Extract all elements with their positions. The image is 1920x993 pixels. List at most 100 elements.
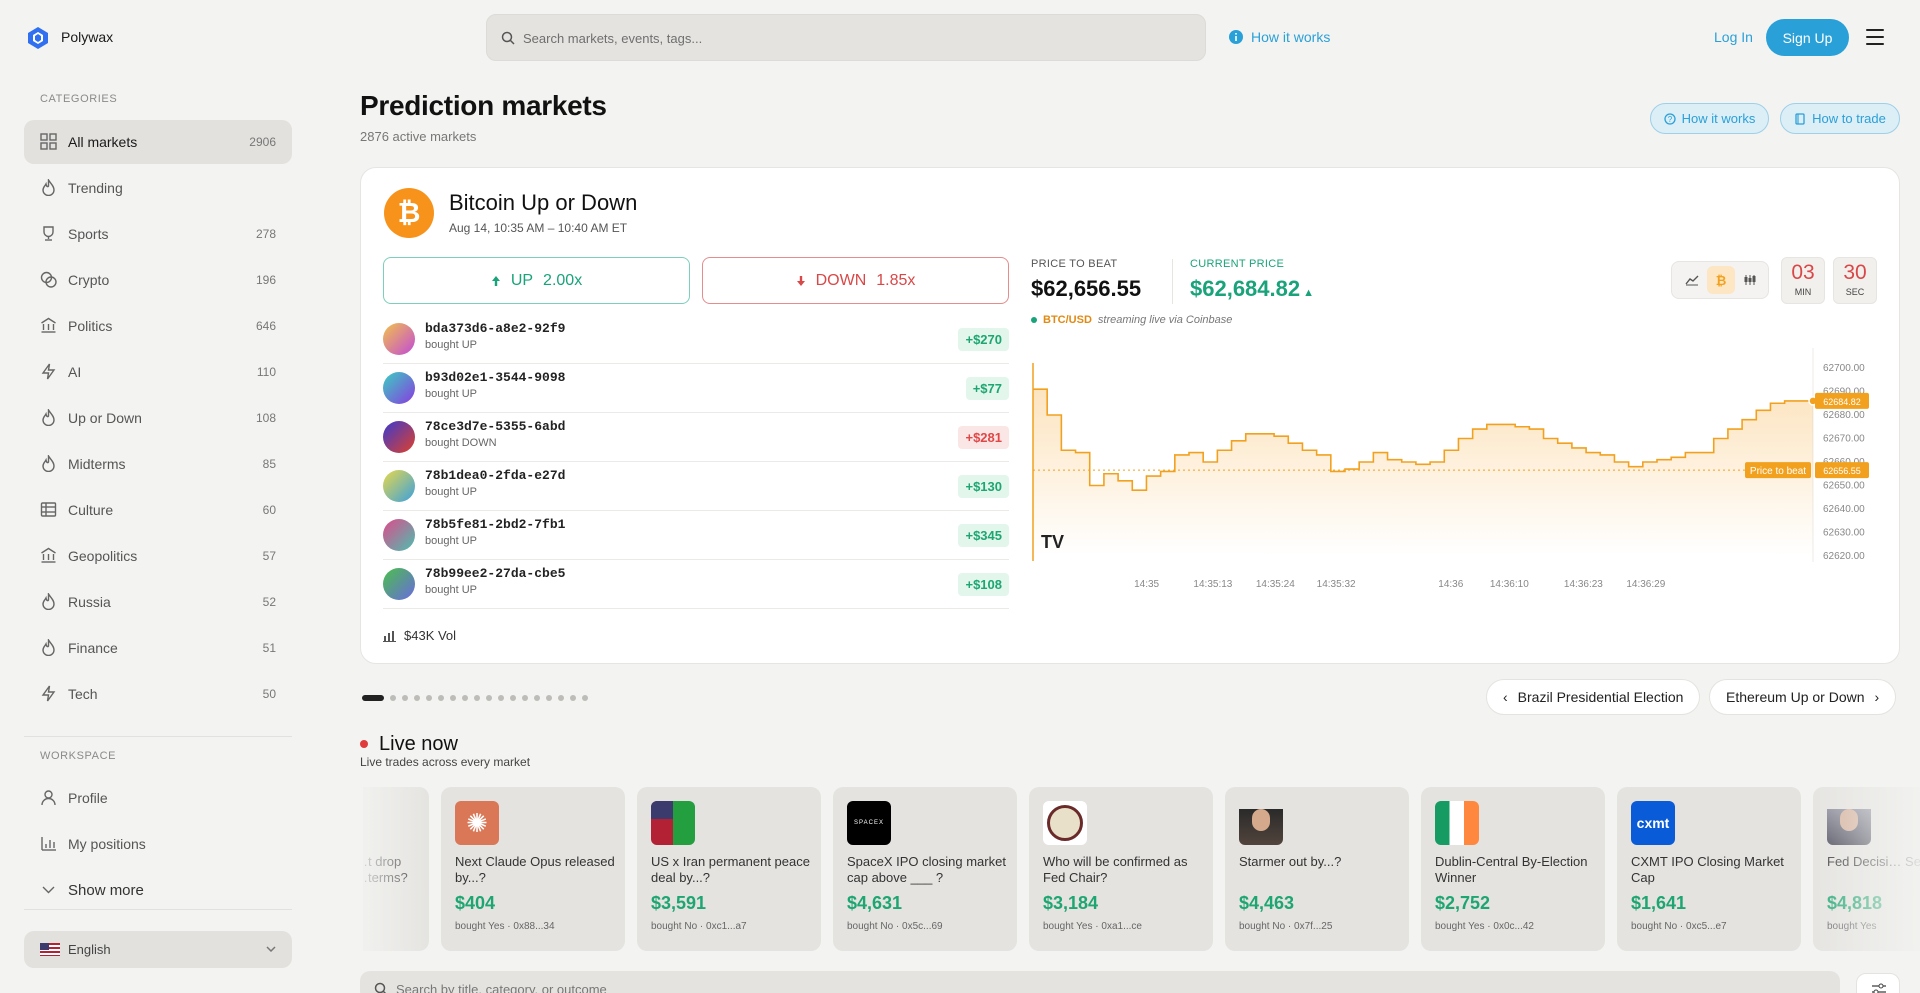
- sidebar-item-all-markets[interactable]: All markets 2906: [24, 120, 292, 164]
- market-title[interactable]: Bitcoin Up or Down: [449, 190, 637, 216]
- strip-fade-right: [1800, 787, 1920, 951]
- categories-heading: CATEGORIES: [40, 93, 118, 105]
- timer-min-label: MIN: [1794, 287, 1812, 297]
- sidebar-item-finance[interactable]: Finance 51: [24, 626, 292, 670]
- sidebar-item-label: All markets: [68, 134, 138, 150]
- landmark-icon: [41, 317, 56, 333]
- search-bar[interactable]: Search markets, events, tags...: [486, 14, 1206, 61]
- trade-row[interactable]: 78b99ee2-27da-cbe5 bought UP +$108: [383, 560, 1009, 609]
- trader-avatar: [383, 421, 415, 453]
- sidebar-item-count: 60: [262, 503, 276, 517]
- sidebar-item-trending[interactable]: Trending: [24, 166, 292, 210]
- sidebar-item-profile[interactable]: Profile: [24, 776, 292, 820]
- trader-address: 78b5fe81-2bd2-7fb1: [425, 517, 566, 532]
- carousel-dot[interactable]: [414, 695, 420, 701]
- price-divider: [1172, 259, 1173, 304]
- market-filter-search[interactable]: Search by title, category, or outcome: [360, 971, 1840, 993]
- sidebar-item-ai[interactable]: AI 110: [24, 350, 292, 394]
- sidebar-item-sports[interactable]: Sports 278: [24, 212, 292, 256]
- carousel-dot[interactable]: [522, 695, 528, 701]
- trade-row[interactable]: 78b1dea0-2fda-e27d bought UP +$130: [383, 462, 1009, 511]
- sidebar-item-culture[interactable]: Culture 60: [24, 488, 292, 532]
- market-filter-placeholder[interactable]: Search by title, category, or outcome: [396, 982, 607, 993]
- live-card-trade-info: bought Yes · 0x0c...42: [1435, 921, 1534, 932]
- carousel-dot[interactable]: [402, 695, 408, 701]
- sidebar-item-count: 57: [262, 549, 276, 563]
- sidebar-item-my-positions[interactable]: My positions: [24, 822, 292, 866]
- language-select[interactable]: English: [24, 931, 292, 968]
- arrow-up-icon: [491, 275, 500, 286]
- trade-row[interactable]: b93d02e1-3544-9098 bought UP +$77: [383, 364, 1009, 413]
- sidebar-item-tech[interactable]: Tech 50: [24, 672, 292, 716]
- sidebar-item-up-or-down[interactable]: Up or Down 108: [24, 396, 292, 440]
- tradingview-logo-icon: TV: [1041, 532, 1064, 552]
- carousel-dot[interactable]: [546, 695, 552, 701]
- live-card-amount: $1,641: [1631, 893, 1687, 913]
- live-trade-card[interactable]: cxmt CXMT IPO Closing Market Cap $1,641 bou…: [1617, 787, 1801, 951]
- brand-name[interactable]: Polywax: [61, 29, 113, 45]
- live-trade-card[interactable]: SPACEX SpaceX IPO closing market cap abov…: [833, 787, 1017, 951]
- sidebar-item-midterms[interactable]: Midterms 85: [24, 442, 292, 486]
- sidebar-item-crypto[interactable]: Crypto 196: [24, 258, 292, 302]
- line-chart-mode-button[interactable]: [1678, 266, 1706, 294]
- featured-market-card[interactable]: ₿ Bitcoin Up or Down Aug 14, 10:35 AM – …: [360, 167, 1900, 664]
- carousel-dot[interactable]: [510, 695, 516, 701]
- signup-button[interactable]: Sign Up: [1766, 19, 1849, 56]
- trade-action: bought UP: [425, 339, 477, 351]
- spacex-logo-icon: SPACEX: [847, 801, 891, 845]
- filter-button[interactable]: [1856, 973, 1900, 993]
- carousel-dot[interactable]: [570, 695, 576, 701]
- carousel-dot[interactable]: [486, 695, 492, 701]
- next-market-button[interactable]: Ethereum Up or Down ›: [1709, 679, 1897, 715]
- trade-row[interactable]: bda373d6-a8e2-92f9 bought UP +$270: [383, 315, 1009, 364]
- live-trade-card[interactable]: Starmer out by...? $4,463 bought No · 0x7f…: [1225, 787, 1409, 951]
- live-trade-card[interactable]: Dublin-Central By-Election Winner $2,752 b…: [1421, 787, 1605, 951]
- carousel-dot[interactable]: [558, 695, 564, 701]
- chart-mode-toggle[interactable]: ₿: [1671, 261, 1769, 299]
- carousel-dot[interactable]: [362, 695, 384, 701]
- how-to-trade-label: How to trade: [1812, 111, 1886, 126]
- carousel-dot[interactable]: [390, 695, 396, 701]
- top-bar: Polywax Search markets, events, tags... …: [0, 0, 1920, 74]
- carousel-dot[interactable]: [498, 695, 504, 701]
- bet-up-button[interactable]: UP 2.00x: [383, 257, 690, 304]
- how-to-trade-button[interactable]: How to trade: [1780, 103, 1900, 134]
- carousel-dot[interactable]: [462, 695, 468, 701]
- trade-row[interactable]: 78ce3d7e-5355-6abd bought DOWN +$281: [383, 413, 1009, 462]
- how-it-works-button[interactable]: ? How it works: [1650, 103, 1769, 134]
- sidebar-item-label: Geopolitics: [68, 548, 138, 564]
- previous-market-button[interactable]: ‹ Brazil Presidential Election: [1486, 679, 1701, 715]
- carousel-dot[interactable]: [450, 695, 456, 701]
- search-placeholder[interactable]: Search markets, events, tags...: [523, 31, 702, 46]
- hamburger-menu-icon[interactable]: [1866, 29, 1884, 45]
- price-feed-info: BTC/USD streaming live via Coinbase: [1031, 314, 1232, 326]
- carousel-dot[interactable]: [426, 695, 432, 701]
- live-trade-card[interactable]: US x Iran permanent peace deal by...? $3,…: [637, 787, 821, 951]
- live-trade-card[interactable]: ✺ Next Claude Opus released by...? $404 bou…: [441, 787, 625, 951]
- login-link[interactable]: Log In: [1714, 29, 1753, 45]
- bitcoin-mode-button[interactable]: ₿: [1707, 266, 1735, 294]
- bet-down-button[interactable]: DOWN 1.85x: [702, 257, 1009, 304]
- x-tick-label: 14:36: [1438, 579, 1463, 590]
- trade-row[interactable]: 78b5fe81-2bd2-7fb1 bought UP +$345: [383, 511, 1009, 560]
- price-chart[interactable]: 62700.0062690.0062680.0062670.0062660.00…: [1031, 346, 1879, 608]
- y-tick-label: 62680.00: [1823, 410, 1865, 421]
- carousel-dot[interactable]: [582, 695, 588, 701]
- candlestick-mode-button[interactable]: [1736, 266, 1764, 294]
- sidebar-item-geopolitics[interactable]: Geopolitics 57: [24, 534, 292, 578]
- live-card-amount: $4,631: [847, 893, 903, 913]
- sidebar-item-count: 196: [255, 273, 276, 287]
- carousel-dot[interactable]: [534, 695, 540, 701]
- sidebar-item-russia[interactable]: Russia 52: [24, 580, 292, 624]
- live-trade-card[interactable]: Who will be confirmed as Fed Chair? $3,18…: [1029, 787, 1213, 951]
- carousel-dots[interactable]: [362, 695, 588, 701]
- bitcoin-icon: ₿: [384, 188, 434, 238]
- sidebar-item-show-more[interactable]: Show more: [24, 868, 292, 912]
- carousel-dot[interactable]: [438, 695, 444, 701]
- carousel-dot[interactable]: [474, 695, 480, 701]
- y-tick-label: 62670.00: [1823, 434, 1865, 445]
- how-it-works-link[interactable]: How it works: [1229, 29, 1330, 45]
- sidebar: CATEGORIES All markets 2906 Trending Sports…: [0, 74, 310, 993]
- polywax-logo-icon[interactable]: [26, 26, 50, 50]
- sidebar-item-politics[interactable]: Politics 646: [24, 304, 292, 348]
